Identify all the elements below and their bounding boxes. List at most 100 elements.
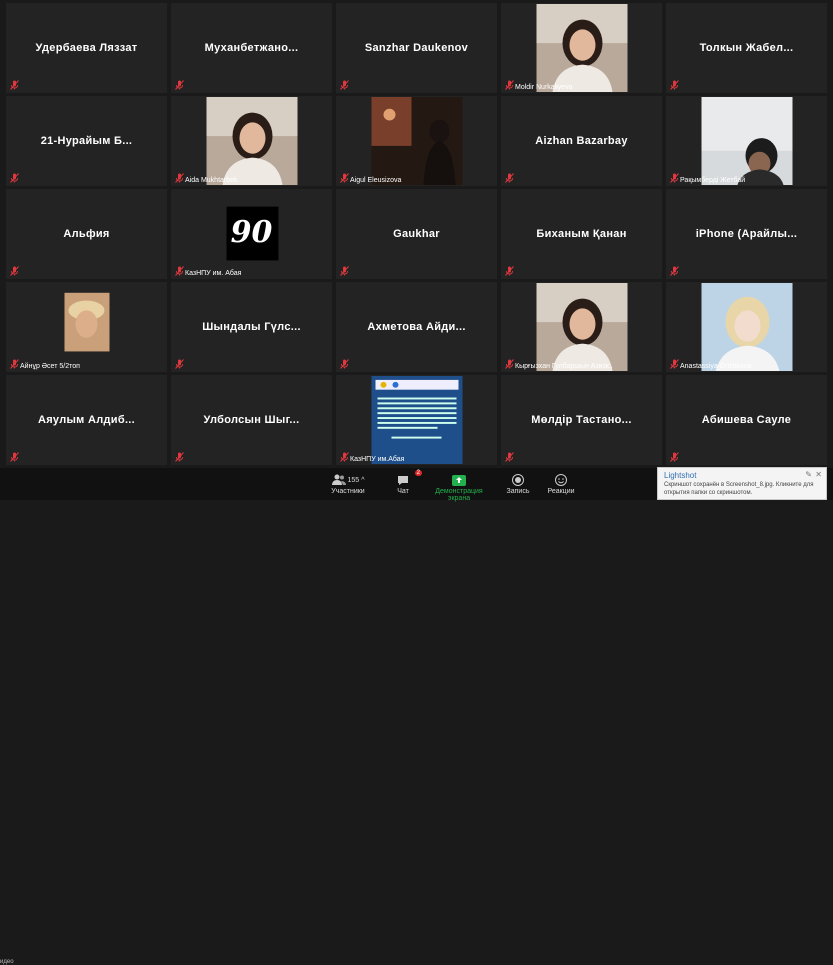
participant-tile[interactable]: Шындалы Гүлс...	[171, 282, 332, 372]
participant-tile[interactable]: Улболсын Шыг...	[171, 375, 332, 465]
participant-name: iPhone (Арайлы...	[695, 228, 798, 240]
chat-label: Чат	[397, 488, 409, 495]
participant-name: Муханбетжано...	[204, 42, 299, 54]
lightshot-notification[interactable]: Lightshot ✎ ✕ Скриншот сохранён в Screen…	[657, 467, 827, 500]
participant-tile[interactable]: Рақымберді Жетбай	[666, 96, 827, 186]
smile-icon	[555, 474, 567, 486]
participant-video	[536, 4, 627, 92]
toast-message: Скриншот сохранён в Screenshot_8.jpg. Кл…	[664, 482, 814, 496]
mic-muted-icon	[175, 173, 184, 183]
participant-name: Sanzhar Daukenov	[364, 42, 469, 54]
mic-muted-icon	[505, 80, 514, 90]
participant-label: Moldir Nurkaliyeva	[515, 84, 573, 91]
participant-video	[206, 97, 297, 185]
record-button[interactable]: Запись	[503, 472, 533, 495]
participant-video	[701, 97, 792, 185]
participant-name: Улболсын Шыг...	[203, 414, 300, 426]
mic-muted-icon	[340, 359, 349, 369]
participant-name: Aizhan Bazarbay	[535, 135, 628, 147]
participants-icon	[331, 474, 346, 485]
mic-muted-icon	[505, 173, 514, 183]
participant-name: 21-Нурайым Б...	[40, 135, 133, 147]
close-icon[interactable]: ✕	[815, 470, 822, 479]
mic-muted-icon	[670, 173, 679, 183]
participant-tile[interactable]: 90 КазНПУ им. Абая	[171, 189, 332, 279]
chat-icon	[398, 475, 408, 485]
participant-name: Абишева Сауле	[701, 414, 792, 426]
participant-tile[interactable]: Муханбетжано...	[171, 3, 332, 93]
participant-video	[701, 283, 792, 371]
participant-label: Aida Mukhtarbek	[185, 177, 238, 184]
participant-label: КазНПУ им.Абая	[350, 456, 405, 463]
participant-name: Альфия	[63, 228, 110, 240]
participant-label: КазНПУ им. Абая	[185, 270, 242, 277]
toast-title: Lightshot	[664, 471, 697, 480]
mic-muted-icon	[175, 266, 184, 276]
participant-tile[interactable]: Кырғызхан Гулбаршын Азизк..	[501, 282, 662, 372]
record-label: Запись	[506, 488, 530, 495]
participant-tile[interactable]: iPhone (Арайлы...	[666, 189, 827, 279]
participant-tile[interactable]: Gaukhar	[336, 189, 497, 279]
mic-muted-icon	[10, 359, 19, 369]
participant-name: Аяулым Алдиб...	[37, 414, 136, 426]
participant-name: Толкын Жабел...	[699, 42, 794, 54]
reactions-button[interactable]: Реакции	[544, 472, 578, 495]
participant-tile[interactable]: Альфия	[6, 189, 167, 279]
participant-name: Шындалы Гүлс...	[202, 321, 301, 333]
record-icon	[512, 474, 524, 486]
chat-badge: 2	[414, 470, 422, 476]
participant-tile[interactable]: КазНПУ им.Абая	[336, 375, 497, 465]
participants-button[interactable]: 155 ^ Участники	[326, 472, 370, 495]
participants-label: Участники	[331, 488, 365, 495]
mic-muted-icon	[505, 359, 514, 369]
participant-label: Anastassiya Grishkova	[680, 363, 752, 370]
participant-tile[interactable]: Moldir Nurkaliyeva	[501, 3, 662, 93]
participant-video	[371, 97, 462, 185]
mic-muted-icon	[670, 266, 679, 276]
participant-video	[536, 283, 627, 371]
participant-tile[interactable]: Aigul Elеusizova	[336, 96, 497, 186]
reactions-label: Реакции	[547, 488, 575, 495]
participant-tile[interactable]: Aida Mukhtarbek	[171, 96, 332, 186]
participant-tile[interactable]: Айнұр Әсет 5/2топ	[6, 282, 167, 372]
participant-tile[interactable]: Удербаева Ляззат	[6, 3, 167, 93]
mic-muted-icon	[175, 359, 184, 369]
logo-text: 90	[230, 214, 273, 250]
mic-muted-icon	[505, 266, 514, 276]
mic-muted-icon	[340, 452, 349, 462]
mic-muted-icon	[340, 266, 349, 276]
participant-tile[interactable]: Биханым Қанан	[501, 189, 662, 279]
participant-name: Ахметова Айди...	[367, 321, 466, 333]
mic-muted-icon	[10, 173, 19, 183]
participant-label: Aigul Elеusizova	[350, 177, 402, 184]
mic-muted-icon	[670, 80, 679, 90]
participant-video	[371, 376, 462, 464]
participant-tile[interactable]: Sanzhar Daukenov	[336, 3, 497, 93]
participant-video	[41, 283, 132, 371]
participant-tile[interactable]: 21-Нурайым Б...	[6, 96, 167, 186]
mic-muted-icon	[340, 173, 349, 183]
participant-label: Айнұр Әсет 5/2топ	[20, 363, 80, 370]
participant-name: Gaukhar	[393, 228, 440, 240]
mic-muted-icon	[505, 452, 514, 462]
participant-tile[interactable]: Anastassiya Grishkova	[666, 282, 827, 372]
mic-muted-icon	[10, 266, 19, 276]
participant-label: Кырғызхан Гулбаршын Азизк..	[515, 363, 613, 370]
participant-tile[interactable]: Aizhan Bazarbay	[501, 96, 662, 186]
chat-button[interactable]: 2 Чат	[390, 470, 422, 495]
chevron-up-icon[interactable]: ^	[361, 477, 364, 484]
participant-tile[interactable]: Мөлдір Тастано...	[501, 375, 662, 465]
mic-muted-icon	[175, 80, 184, 90]
participant-name: Биханым Қанан	[536, 228, 627, 240]
video-button-label[interactable]: идео	[0, 959, 14, 965]
mic-muted-icon	[10, 452, 19, 462]
participant-tile[interactable]: Ахметова Айди...	[336, 282, 497, 372]
mic-muted-icon	[10, 80, 19, 90]
participant-tile[interactable]: Толкын Жабел...	[666, 3, 827, 93]
gear-icon[interactable]: ✎	[805, 470, 812, 479]
share-screen-button[interactable]: Демонстрация экрана	[424, 472, 494, 502]
participant-tile[interactable]: Абишева Сауле	[666, 375, 827, 465]
mic-muted-icon	[175, 452, 184, 462]
participants-count: 155	[347, 476, 360, 484]
participant-tile[interactable]: Аяулым Алдиб...	[6, 375, 167, 465]
